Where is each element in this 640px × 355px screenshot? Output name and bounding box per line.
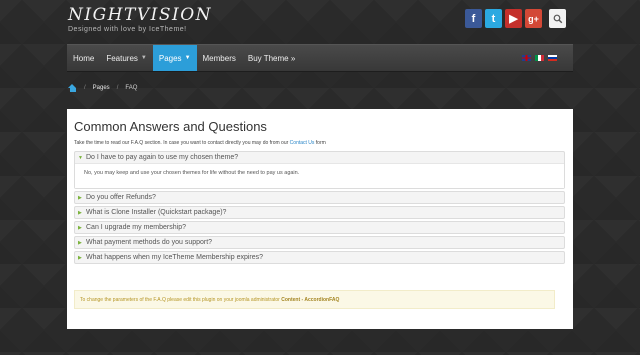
site-logo[interactable]: NIGHTVISION Designed with love by IceThe…: [68, 5, 212, 33]
main-content: Common Answers and Questions Take the ti…: [67, 109, 573, 329]
home-icon[interactable]: [68, 84, 77, 92]
breadcrumb-item-pages[interactable]: Pages: [93, 85, 110, 91]
faq-question[interactable]: ▶ What is Clone Installer (Quickstart pa…: [75, 207, 564, 218]
nav-label: Features: [106, 53, 138, 63]
faq-question[interactable]: ▶ What happens when my IceTheme Membersh…: [75, 252, 564, 263]
social-links: f t ▶ g+: [465, 9, 566, 28]
breadcrumb-item-faq: FAQ: [125, 85, 138, 91]
faq-item: ▶ Can I upgrade my membership?: [74, 221, 565, 234]
intro-text: Take the time to read our F.A.Q section.…: [74, 140, 565, 146]
nav-label: Buy Theme »: [247, 53, 296, 63]
notice-plugin-name: Content - AccordionFAQ: [281, 296, 340, 303]
faq-item: ▶ Do you offer Refunds?: [74, 191, 565, 204]
main-nav: Home Features ▼ Pages ▼ Members Buy Them…: [67, 44, 573, 72]
breadcrumb: / Pages / FAQ: [68, 84, 137, 92]
page-title: Common Answers and Questions: [74, 119, 267, 134]
triangle-right-icon: ▶: [78, 224, 82, 231]
facebook-icon[interactable]: f: [465, 9, 482, 28]
faq-question-text: Do you offer Refunds?: [86, 194, 156, 201]
contact-us-link[interactable]: Contact Us: [290, 140, 315, 146]
chevron-down-icon: ▼: [184, 55, 191, 61]
chevron-down-icon: ▼: [140, 55, 147, 61]
search-icon[interactable]: [549, 9, 566, 28]
breadcrumb-separator: /: [116, 85, 119, 91]
admin-notice: To change the parameters of the F.A.Q pl…: [74, 290, 555, 309]
faq-question-text: What payment methods do you support?: [86, 239, 213, 246]
twitter-icon[interactable]: t: [485, 9, 502, 28]
google-plus-icon[interactable]: g+: [525, 9, 542, 28]
logo-title: NIGHTVISION: [68, 5, 212, 25]
breadcrumb-separator: /: [84, 85, 86, 91]
uk-flag-icon[interactable]: [522, 55, 531, 61]
faq-item: ▶ What is Clone Installer (Quickstart pa…: [74, 206, 565, 219]
triangle-right-icon: ▶: [78, 194, 82, 201]
search-glyph: [553, 14, 562, 23]
faq-answer-text: No, you may keep and use your chosen the…: [84, 170, 300, 176]
italy-flag-icon[interactable]: [535, 55, 544, 61]
faq-question-text: Can I upgrade my membership?: [86, 224, 186, 231]
triangle-right-icon: ▶: [78, 239, 82, 246]
faq-question-text: What is Clone Installer (Quickstart pack…: [86, 209, 227, 216]
faq-item: ▶ What happens when my IceTheme Membersh…: [74, 251, 565, 264]
russia-flag-icon[interactable]: [548, 55, 557, 61]
notice-text: To change the parameters of the F.A.Q pl…: [80, 296, 280, 303]
nav-item-buy-theme[interactable]: Buy Theme »: [242, 45, 301, 71]
nav-item-members[interactable]: Members: [197, 45, 242, 71]
intro-text-body: Take the time to read our F.A.Q section.…: [74, 140, 290, 146]
faq-answer: No, you may keep and use your chosen the…: [75, 163, 564, 188]
triangle-right-icon: ▶: [78, 209, 82, 216]
triangle-down-icon: ▼: [78, 154, 83, 161]
logo-tagline: Designed with love by IceTheme!: [68, 26, 187, 33]
youtube-icon[interactable]: ▶: [505, 9, 522, 28]
faq-item: ▼ Do I have to pay again to use my chose…: [74, 151, 565, 189]
nav-item-home[interactable]: Home: [67, 45, 100, 71]
nav-label: Home: [73, 53, 95, 63]
faq-question-text: Do I have to pay again to use my chosen …: [86, 154, 239, 161]
nav-label: Pages: [158, 53, 182, 63]
faq-question[interactable]: ▶ What payment methods do you support?: [75, 237, 564, 248]
faq-item: ▶ What payment methods do you support?: [74, 236, 565, 249]
nav-item-features[interactable]: Features ▼: [100, 45, 153, 71]
faq-question[interactable]: ▶ Can I upgrade my membership?: [75, 222, 564, 233]
triangle-right-icon: ▶: [78, 254, 82, 261]
faq-question[interactable]: ▼ Do I have to pay again to use my chose…: [75, 152, 564, 163]
intro-text-suffix: form: [314, 140, 326, 146]
faq-question-text: What happens when my IceTheme Membership…: [86, 254, 264, 261]
language-switcher: [522, 45, 573, 71]
faq-question[interactable]: ▶ Do you offer Refunds?: [75, 192, 564, 203]
nav-label: Members: [202, 53, 236, 63]
nav-item-pages[interactable]: Pages ▼: [152, 45, 197, 71]
faq-list: ▼ Do I have to pay again to use my chose…: [74, 151, 565, 264]
